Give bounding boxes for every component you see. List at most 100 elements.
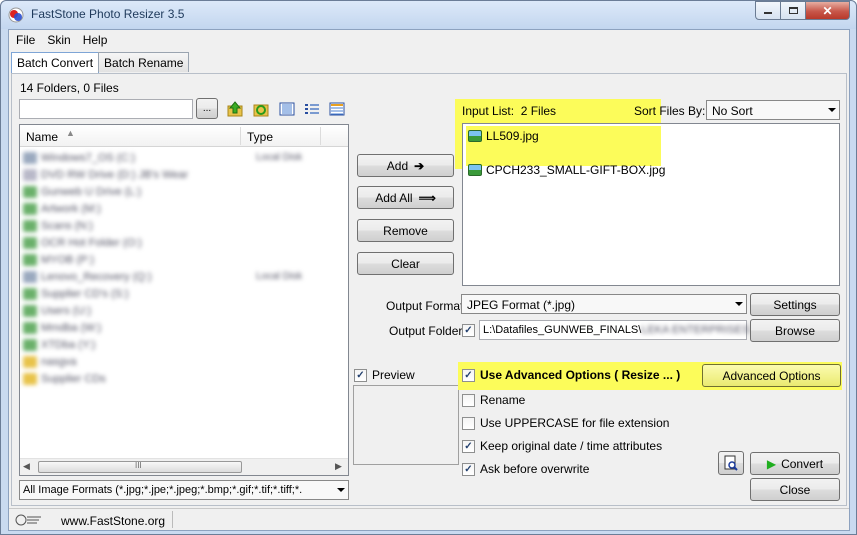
folder-row[interactable]: Windows7_OS (C:) Local Disk — [23, 149, 343, 166]
browse-button[interactable]: Browse — [750, 319, 840, 342]
network-drive-icon — [23, 321, 37, 334]
faststone-logo-icon — [15, 514, 41, 526]
folder-name: XTDba (Y:) — [41, 338, 96, 351]
convert-label: Convert — [781, 456, 824, 471]
option-checkbox[interactable]: ✓ — [462, 463, 475, 476]
maximize-button[interactable] — [781, 1, 806, 20]
path-input[interactable] — [19, 99, 193, 119]
output-folder-checkbox[interactable]: ✓ — [462, 324, 475, 337]
close-window-button[interactable]: ✕ — [806, 1, 850, 20]
network-drive-icon — [23, 185, 37, 198]
image-file-icon — [468, 129, 482, 142]
list-item[interactable]: LL509.jpg — [468, 127, 844, 144]
add-all-button[interactable]: Add All ⟹ — [357, 186, 454, 209]
sort-files-select[interactable]: No Sort — [706, 100, 840, 120]
title-bar[interactable]: FastStone Photo Resizer 3.5 ✕ — [1, 1, 856, 29]
list-header: Name ▲ Type — [20, 125, 348, 147]
refresh-icon[interactable] — [252, 100, 270, 118]
client-area: File Skin Help Batch Convert Batch Renam… — [8, 29, 850, 531]
tab-batch-rename[interactable]: Batch Rename — [98, 52, 190, 72]
format-filter-value: All Image Formats (*.jpg;*.jpe;*.jpeg;*.… — [23, 484, 303, 496]
chevron-down-icon — [337, 488, 345, 492]
folder-row[interactable]: Users (U:) — [23, 302, 343, 319]
network-drive-icon — [23, 236, 37, 249]
use-advanced-checkbox[interactable]: ✓ — [462, 369, 475, 382]
folder-name: Mmdba (W:) — [41, 321, 102, 334]
menu-help[interactable]: Help — [76, 30, 113, 51]
folder-row[interactable]: Supplier CD's (S:) — [23, 285, 343, 302]
column-type[interactable]: Type — [247, 130, 273, 144]
close-icon: ✕ — [822, 3, 833, 18]
option-checkbox[interactable] — [462, 417, 475, 430]
folder-row[interactable]: Mmdba (W:) — [23, 319, 343, 336]
folder-type: Local Disk — [256, 271, 303, 282]
menu-file[interactable]: File — [9, 30, 40, 51]
input-file-list[interactable]: LL509.jpg CPCH233_SMALL-GIFT-BOX.jpg — [462, 123, 840, 286]
output-format-select[interactable]: JPEG Format (*.jpg) — [461, 294, 747, 314]
preview-checkbox[interactable]: ✓ — [354, 369, 367, 382]
close-button[interactable]: Close — [750, 478, 840, 501]
folder-name: Scans (N:) — [41, 219, 93, 232]
output-folder-label: Output Folder: — [389, 324, 466, 338]
output-folder-input[interactable]: L:\Datafiles_GUNWEB_FINALS\LEKA ENTERPRI… — [479, 320, 773, 340]
folder-row[interactable]: Supplier CDs — [23, 370, 343, 387]
play-icon: ▶ — [766, 456, 777, 471]
file-browser-list[interactable]: Name ▲ Type Windows7_OS (C:) Local Disk DV… — [19, 124, 349, 476]
folder-name: Supplier CD's (S:) — [41, 287, 129, 300]
settings-button[interactable]: Settings — [750, 293, 840, 316]
option-label: Ask before overwrite — [480, 462, 590, 476]
status-bar: www.FastStone.org — [9, 508, 849, 530]
maximize-icon — [788, 7, 798, 14]
scroll-right-icon[interactable]: ▶ — [335, 461, 342, 472]
option-label: Rename — [480, 393, 526, 407]
folder-row[interactable]: MYOB (P:) — [23, 251, 343, 268]
browse-folder-button[interactable]: ... — [196, 98, 218, 119]
thumbnail-view-icon[interactable] — [278, 100, 296, 118]
list-view-icon[interactable] — [303, 100, 321, 118]
network-drive-icon — [23, 202, 37, 215]
details-view-icon[interactable] — [328, 100, 346, 118]
folder-row[interactable]: nasgva — [23, 353, 343, 370]
option-checkbox[interactable] — [462, 394, 475, 407]
format-filter-select[interactable]: All Image Formats (*.jpg;*.jpe;*.jpeg;*.… — [19, 480, 349, 500]
website-link[interactable]: www.FastStone.org — [61, 514, 165, 528]
file-name: CPCH233_SMALL-GIFT-BOX.jpg — [486, 162, 666, 177]
add-button[interactable]: Add ➔ — [357, 154, 454, 177]
folder-name: DVD RW Drive (D:) JB's Wear — [41, 168, 189, 181]
tab-batch-convert[interactable]: Batch Convert — [11, 52, 100, 73]
clear-button[interactable]: Clear — [357, 252, 454, 275]
advanced-options-button[interactable]: Advanced Options — [702, 364, 841, 387]
folder-row[interactable]: Gunweb U Drive (L:) — [23, 183, 343, 200]
folder-row[interactable]: XTDba (Y:) — [23, 336, 343, 353]
preview-file-button[interactable] — [718, 451, 744, 475]
folder-row[interactable]: Artwork (M:) — [23, 200, 343, 217]
sort-files-label: Sort Files By: — [634, 104, 706, 118]
list-item[interactable]: CPCH233_SMALL-GIFT-BOX.jpg — [468, 161, 844, 178]
file-name: LL509.jpg — [486, 128, 539, 143]
minimize-icon — [764, 12, 772, 14]
horizontal-scrollbar[interactable]: ◀ III ▶ — [20, 458, 348, 475]
folder-row[interactable]: Scans (N:) — [23, 217, 343, 234]
input-list-label: Input List: 2 Files — [462, 104, 557, 118]
sort-files-value: No Sort — [712, 104, 753, 118]
minimize-button[interactable] — [755, 1, 781, 20]
folder-type: Local Disk — [256, 152, 303, 163]
folder-row[interactable]: DVD RW Drive (D:) JB's Wear — [23, 166, 343, 183]
option-label: Keep original date / time attributes — [480, 439, 663, 453]
option-checkbox[interactable]: ✓ — [462, 440, 475, 453]
folder-up-icon[interactable] — [226, 100, 244, 118]
folder-row[interactable]: Lenovo_Recovery (Q:) Local Disk — [23, 268, 343, 285]
scroll-thumb[interactable]: III — [38, 461, 242, 473]
sort-ascending-icon: ▲ — [66, 128, 75, 138]
column-name[interactable]: Name — [26, 130, 58, 144]
folder-row[interactable]: OCR Hot Folder (O:) — [23, 234, 343, 251]
folder-name: Supplier CDs — [41, 372, 106, 385]
convert-button[interactable]: ▶ Convert — [750, 452, 840, 475]
scroll-left-icon[interactable]: ◀ — [23, 461, 30, 472]
remove-button[interactable]: Remove — [357, 219, 454, 242]
menu-skin[interactable]: Skin — [40, 30, 75, 51]
tab-strip: Batch Convert Batch Rename — [11, 52, 190, 73]
preview-pane — [353, 385, 459, 465]
chevron-down-icon — [828, 108, 836, 112]
chevron-down-icon — [735, 302, 743, 306]
